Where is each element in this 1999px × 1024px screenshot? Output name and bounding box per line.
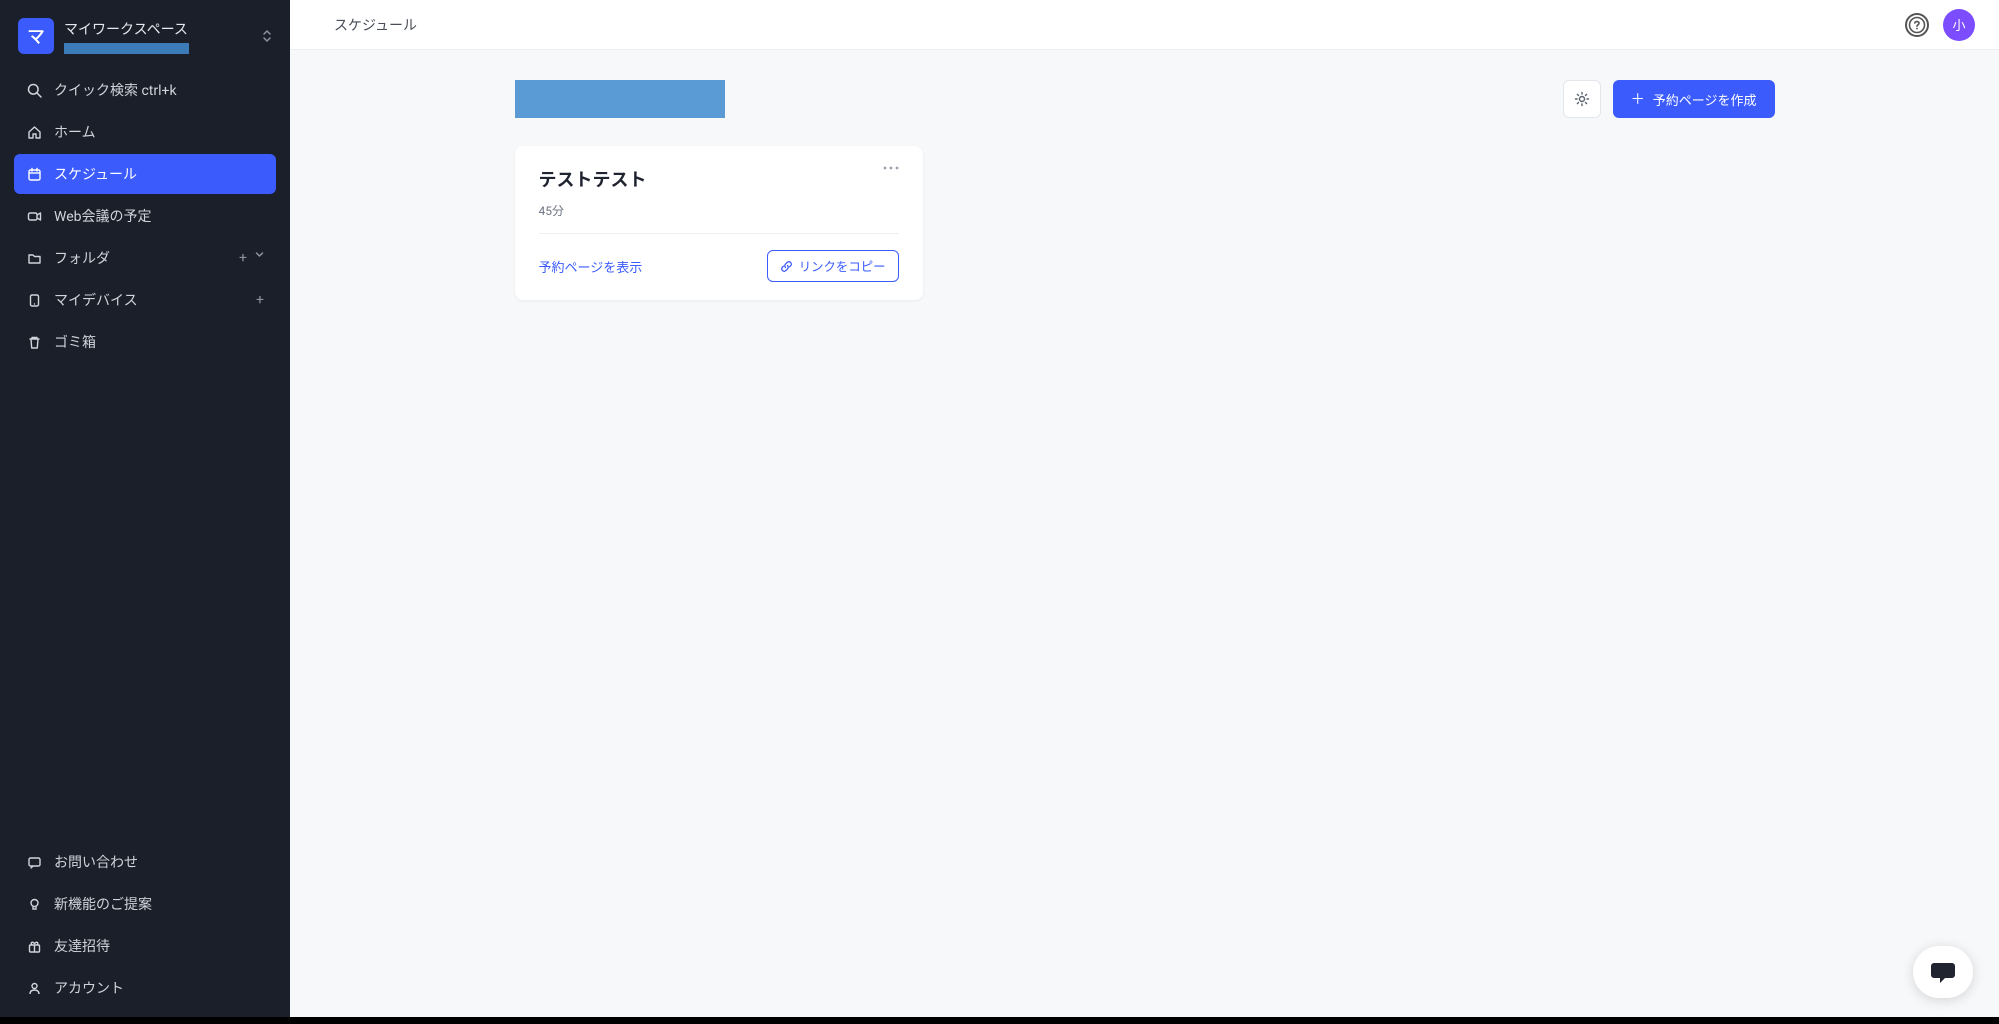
more-horizontal-icon — [883, 166, 899, 170]
breadcrumb: スケジュール — [334, 15, 417, 35]
sidebar-item-contact[interactable]: お問い合わせ — [14, 842, 276, 882]
sidebar-item-web-meeting[interactable]: Web会議の予定 — [14, 196, 276, 236]
page-title-redacted — [515, 80, 725, 118]
workspace-caret-icon[interactable] — [262, 29, 272, 43]
device-add-icon[interactable]: + — [256, 292, 264, 308]
workspace-redacted-subtitle — [64, 43, 189, 54]
sidebar-item-label: クイック検索 ctrl+k — [54, 80, 264, 100]
plus-icon: ＋ — [1631, 89, 1645, 109]
sidebar: マ マイワークスペース クイック検索 ctrl+k ホーム — [0, 0, 290, 1024]
toolbar: ＋ 予約ページを作成 — [515, 80, 1775, 118]
home-icon — [26, 124, 42, 140]
workspace-name: マイワークスペース — [64, 19, 252, 39]
show-booking-page-link[interactable]: 予約ページを表示 — [539, 257, 643, 276]
settings-button[interactable] — [1563, 80, 1601, 118]
trash-icon — [26, 334, 42, 350]
sidebar-item-feedback[interactable]: 新機能のご提案 — [14, 884, 276, 924]
sidebar-item-folder[interactable]: フォルダ + — [14, 238, 276, 278]
sidebar-item-invite[interactable]: 友達招待 — [14, 926, 276, 966]
calendar-icon — [26, 166, 42, 182]
chevron-down-icon[interactable] — [255, 250, 264, 266]
card-title: テストテスト — [539, 166, 883, 192]
sidebar-item-label: フォルダ — [54, 248, 227, 268]
help-button[interactable] — [1905, 13, 1929, 37]
sidebar-item-label: お問い合わせ — [54, 852, 264, 872]
sidebar-item-schedule[interactable]: スケジュール — [14, 154, 276, 194]
sidebar-item-label: Web会議の予定 — [54, 206, 264, 226]
copy-link-label: リンクをコピー — [799, 257, 886, 275]
folder-add-icon[interactable]: + — [239, 250, 247, 266]
chat-icon — [26, 854, 42, 870]
sidebar-item-home[interactable]: ホーム — [14, 112, 276, 152]
card-duration: 45分 — [539, 202, 899, 234]
sidebar-item-label: ホーム — [54, 122, 264, 142]
search-icon — [26, 82, 42, 98]
topbar: スケジュール 小 — [290, 0, 1999, 50]
sidebar-item-account[interactable]: アカウント — [14, 968, 276, 1008]
chat-bubble-icon — [1930, 960, 1956, 984]
sidebar-item-label: マイデバイス — [54, 290, 244, 310]
sidebar-item-label: ゴミ箱 — [54, 332, 264, 352]
bottom-redaction-bar — [0, 1017, 1999, 1024]
sidebar-item-label: スケジュール — [54, 164, 264, 184]
sidebar-item-my-device[interactable]: マイデバイス + — [14, 280, 276, 320]
main-content: スケジュール 小 ＋ 予約ページを作成 — [290, 0, 1999, 1024]
device-icon — [26, 292, 42, 308]
card-more-menu[interactable] — [883, 166, 899, 170]
lightbulb-icon — [26, 896, 42, 912]
sidebar-item-trash[interactable]: ゴミ箱 — [14, 322, 276, 362]
booking-card[interactable]: テストテスト 45分 予約ページを表示 リンクをコピー — [515, 146, 923, 300]
video-icon — [26, 208, 42, 224]
gear-icon — [1574, 91, 1590, 107]
copy-link-button[interactable]: リンクをコピー — [767, 250, 899, 282]
user-icon — [26, 980, 42, 996]
chat-support-fab[interactable] — [1913, 946, 1973, 998]
link-icon — [780, 260, 793, 273]
user-avatar[interactable]: 小 — [1943, 9, 1975, 41]
workspace-avatar: マ — [18, 18, 54, 54]
sidebar-item-label: アカウント — [54, 978, 264, 998]
create-button-label: 予約ページを作成 — [1653, 90, 1757, 109]
workspace-switcher[interactable]: マ マイワークスペース — [14, 10, 276, 68]
create-booking-page-button[interactable]: ＋ 予約ページを作成 — [1613, 80, 1775, 118]
sidebar-item-quick-search[interactable]: クイック検索 ctrl+k — [14, 70, 276, 110]
folder-icon — [26, 250, 42, 266]
gift-icon — [26, 938, 42, 954]
sidebar-item-label: 新機能のご提案 — [54, 894, 264, 914]
sidebar-item-label: 友達招待 — [54, 936, 264, 956]
